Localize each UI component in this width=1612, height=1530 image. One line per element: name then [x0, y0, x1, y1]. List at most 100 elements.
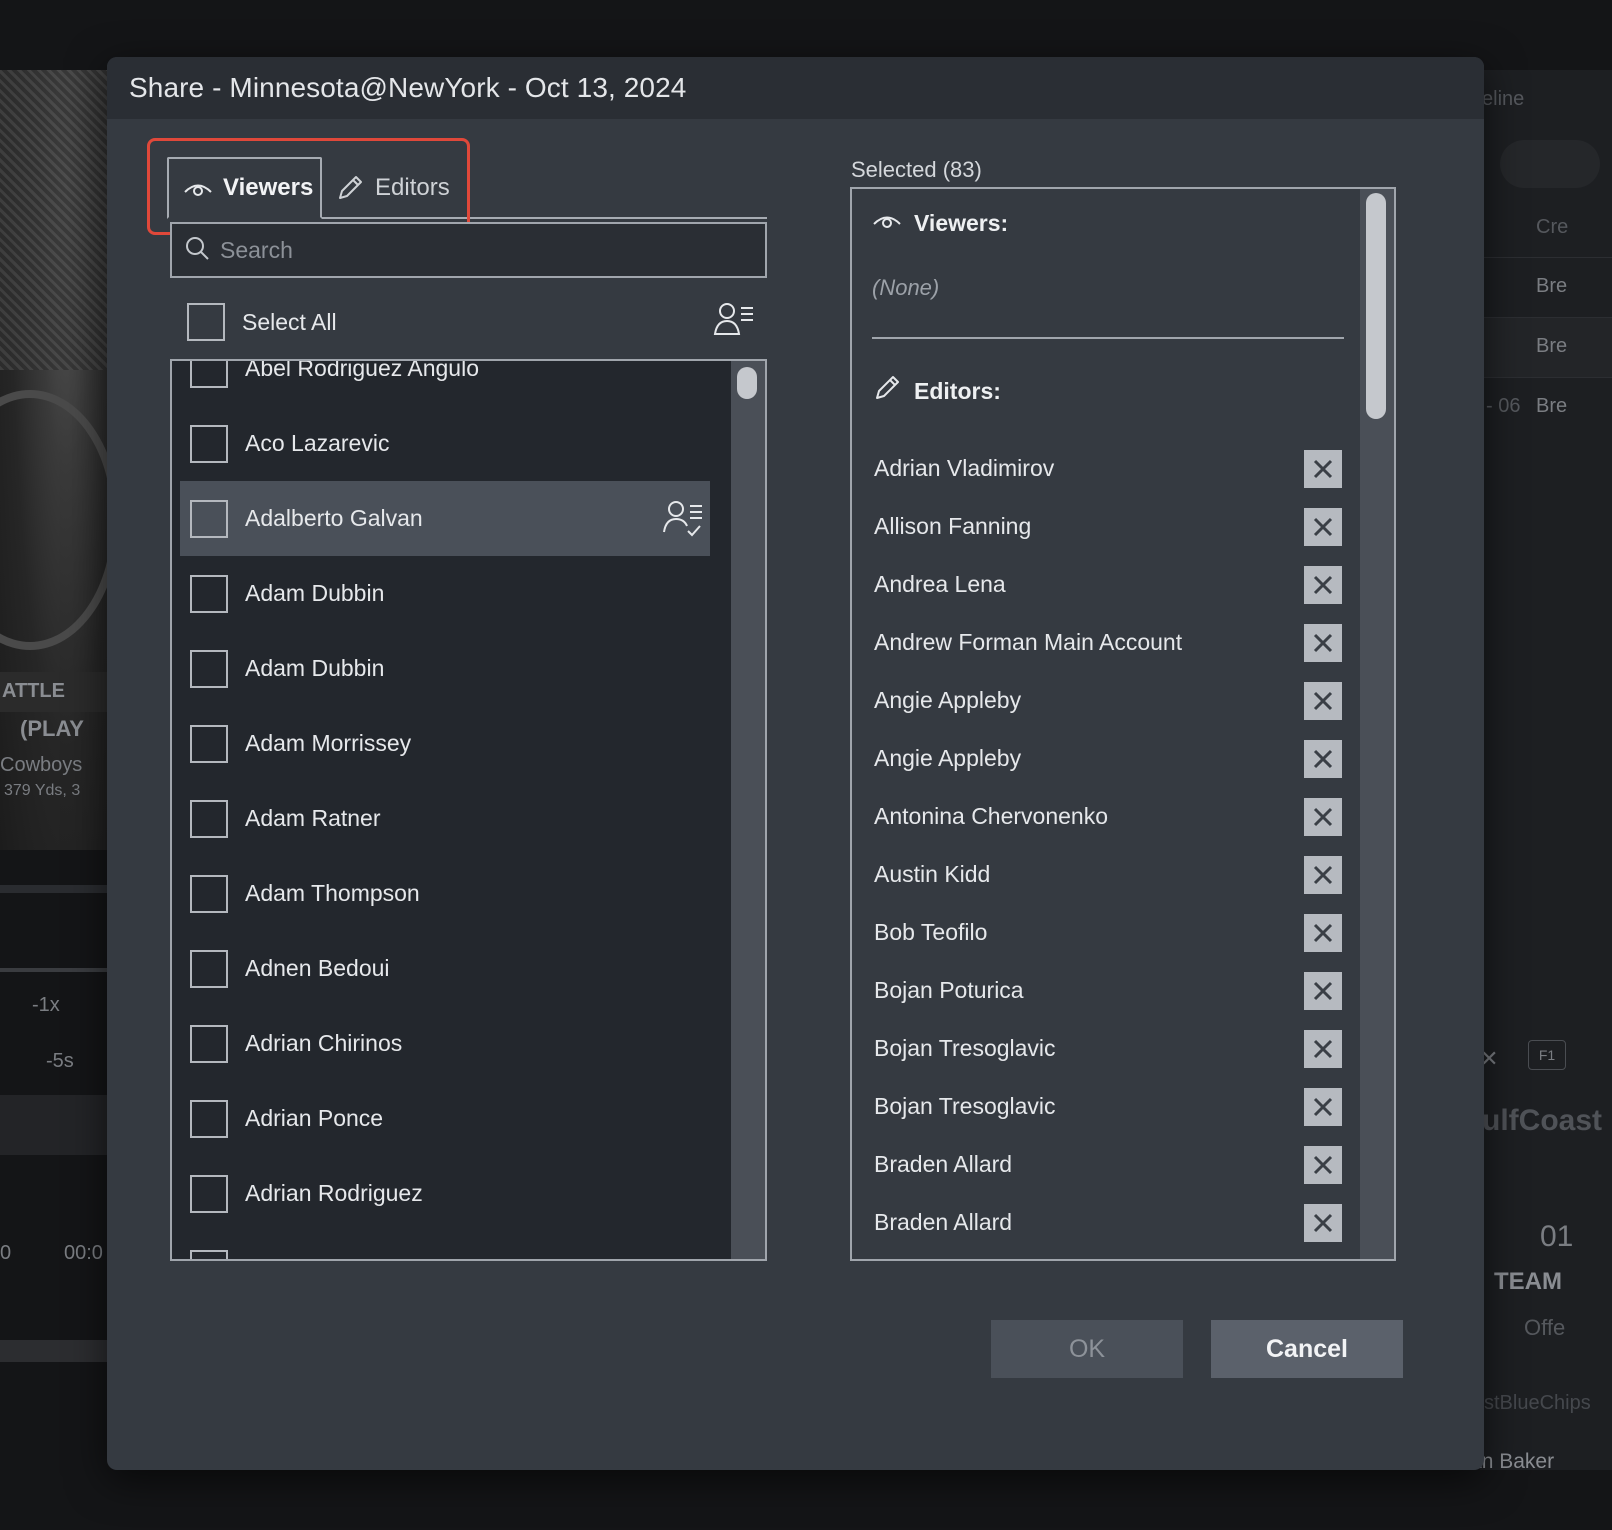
user-checkbox[interactable]: [190, 361, 228, 388]
user-checkbox[interactable]: [190, 724, 228, 763]
user-list-item[interactable]: Adam Thompson: [172, 856, 712, 931]
user-list-item[interactable]: Adam Ratner: [172, 781, 712, 856]
bg-label: Bre: [1536, 335, 1568, 357]
remove-editor-button[interactable]: [1304, 508, 1342, 546]
user-checkbox[interactable]: [190, 1099, 228, 1138]
remove-editor-button[interactable]: [1304, 1204, 1342, 1242]
editor-list-item: Andrew Forman Main Account: [852, 613, 1362, 671]
add-to-roster-icon[interactable]: [662, 499, 704, 544]
remove-editor-button[interactable]: [1304, 914, 1342, 952]
user-name: Adam Dubbin: [245, 580, 385, 606]
bg-label: Bre: [1536, 395, 1568, 417]
search-input[interactable]: [220, 236, 740, 264]
remove-editor-button[interactable]: [1304, 566, 1342, 604]
user-checkbox[interactable]: [190, 1024, 228, 1063]
bg-strip: [0, 1340, 110, 1362]
bg-label: stBlueChips: [1484, 1392, 1591, 1414]
user-checkbox[interactable]: [190, 424, 228, 463]
user-checkbox[interactable]: [190, 1174, 228, 1213]
remove-editor-button[interactable]: [1304, 740, 1342, 778]
close-icon: [1313, 1097, 1333, 1117]
close-icon: [1313, 1039, 1333, 1059]
user-name: Adam Morrissey: [245, 730, 412, 756]
editor-list-item: Braden Allard: [852, 1193, 1362, 1251]
editors-heading-label: Editors:: [914, 377, 1001, 404]
editor-name: Braden Allard: [874, 1208, 1013, 1235]
user-list-item[interactable]: Adrian Rodriguez: [172, 1156, 712, 1231]
bg-label: F1: [1538, 1047, 1556, 1063]
remove-editor-button[interactable]: [1304, 972, 1342, 1010]
editor-list-item: Bojan Tresoglavic: [852, 1077, 1362, 1135]
select-all-checkbox[interactable]: [187, 303, 225, 341]
bg-label: -5s: [46, 1050, 74, 1072]
user-list-item[interactable]: Adam Morrissey: [172, 706, 712, 781]
scrollbar-thumb[interactable]: [1366, 193, 1386, 419]
close-icon: [1313, 923, 1333, 943]
bg-label: Cowboys: [0, 754, 83, 776]
user-checkbox[interactable]: [190, 799, 228, 838]
user-list-item[interactable]: Adam Dubbin: [172, 631, 712, 706]
bg-label: TEAM: [1494, 1268, 1562, 1295]
user-checkbox[interactable]: [190, 949, 228, 988]
bg-label: Offe: [1524, 1315, 1566, 1340]
viewers-section-heading: Viewers:: [872, 209, 1008, 237]
cancel-button[interactable]: Cancel: [1211, 1320, 1403, 1378]
editor-list-item: Bob Teofilo: [852, 903, 1362, 961]
search-box[interactable]: [170, 222, 767, 278]
select-all-row[interactable]: Select All: [187, 297, 767, 347]
bg-label: 379 Yds, 3: [4, 782, 81, 799]
remove-editor-button[interactable]: [1304, 1146, 1342, 1184]
user-list-item[interactable]: Adrian Chirinos: [172, 1006, 712, 1081]
close-icon: [1313, 807, 1333, 827]
editor-list-item: Angie Appleby: [852, 671, 1362, 729]
editor-name: Andrea Lena: [874, 570, 1006, 597]
selected-panel-scrollbar[interactable]: [1360, 189, 1394, 1259]
bg-label: Bre: [1536, 275, 1568, 297]
editor-name: Allison Fanning: [874, 512, 1032, 539]
user-checkbox[interactable]: [190, 649, 228, 688]
close-icon: [1313, 749, 1333, 769]
timeline-dash: [0, 968, 110, 972]
user-list-item[interactable]: Adnen Bedoui: [172, 931, 712, 1006]
user-name: Aco Lazarevic: [245, 430, 390, 456]
remove-editor-button[interactable]: [1304, 798, 1342, 836]
remove-editor-button[interactable]: [1304, 856, 1342, 894]
remove-editor-button[interactable]: [1304, 1088, 1342, 1126]
user-list-item[interactable]: Abel Rodriguez Angulo: [172, 361, 712, 406]
user-list-item[interactable]: Aco Lazarevic: [172, 406, 712, 481]
user-checkbox[interactable]: [190, 499, 228, 538]
close-icon: [1313, 691, 1333, 711]
user-checkbox[interactable]: [190, 874, 228, 913]
crowd-image: [0, 70, 110, 370]
user-checkbox[interactable]: [190, 1249, 228, 1259]
close-icon: [1313, 865, 1333, 885]
remove-editor-button[interactable]: [1304, 682, 1342, 720]
user-list-item[interactable]: [172, 1231, 712, 1259]
editor-name: Andrew Forman Main Account: [874, 628, 1183, 655]
editor-name: Bojan Poturica: [874, 976, 1024, 1003]
close-icon: [1313, 517, 1333, 537]
user-list-item[interactable]: Adrian Ponce: [172, 1081, 712, 1156]
select-all-label: Select All: [242, 308, 337, 335]
remove-editor-button[interactable]: [1304, 1030, 1342, 1068]
editor-list-item: Adrian Vladimirov: [852, 439, 1362, 497]
ok-button[interactable]: OK: [991, 1320, 1183, 1378]
tabs-highlight-box: [147, 138, 470, 235]
remove-editor-button[interactable]: [1304, 624, 1342, 662]
editor-list-item: Austin Kidd: [852, 845, 1362, 903]
editor-name: Bojan Tresoglavic: [874, 1092, 1056, 1119]
timeline-bar: [0, 885, 110, 893]
viewers-empty-text: (None): [872, 275, 940, 300]
scrollbar-thumb[interactable]: [737, 367, 757, 399]
user-list-item[interactable]: Adalberto Galvan: [180, 481, 710, 556]
bg-label: Cre: [1536, 216, 1569, 238]
user-list-scrollbar[interactable]: [731, 361, 765, 1259]
close-icon: [1313, 459, 1333, 479]
user-list: Abel Rodriguez Angulo Aco Lazarevic Adalbe…: [170, 359, 767, 1261]
remove-editor-button[interactable]: [1304, 450, 1342, 488]
close-icon: [1313, 633, 1333, 653]
selected-count-label: Selected (83): [851, 157, 982, 182]
user-checkbox[interactable]: [190, 574, 228, 613]
user-list-item[interactable]: Adam Dubbin: [172, 556, 712, 631]
user-list-icon[interactable]: [713, 301, 755, 342]
